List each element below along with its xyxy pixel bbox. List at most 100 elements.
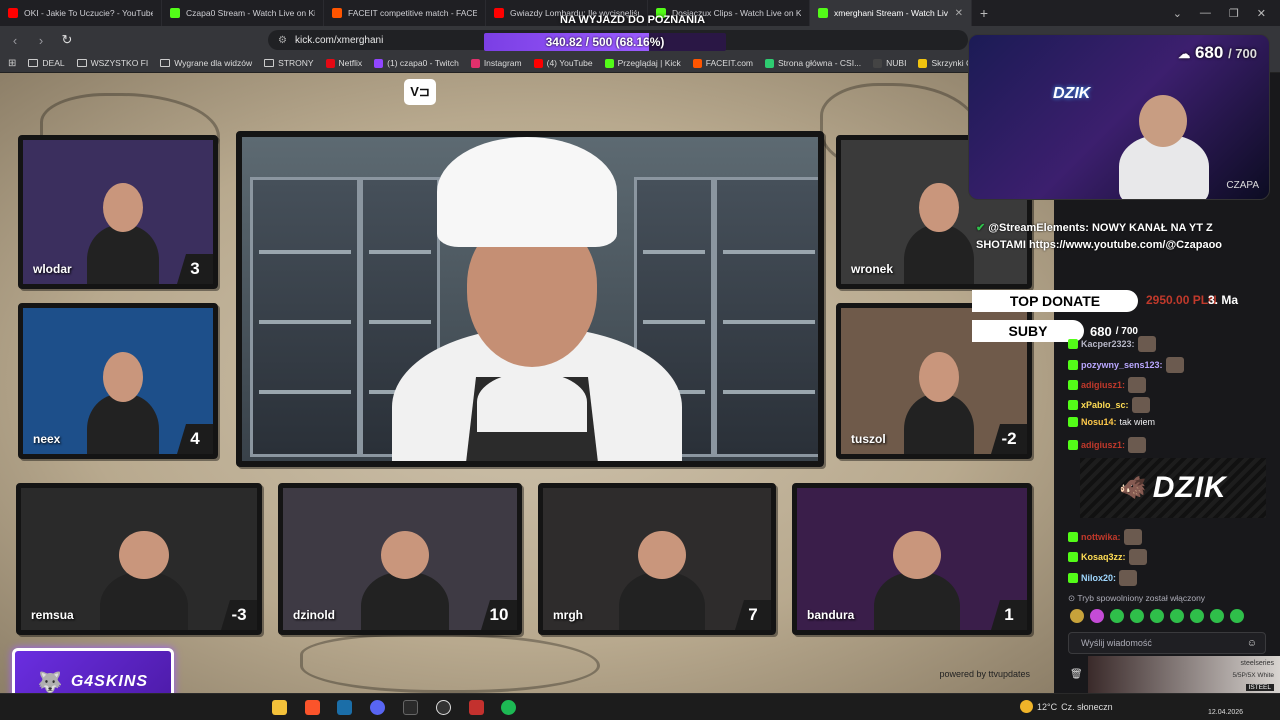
player-name: neex — [33, 432, 61, 446]
emote-icon[interactable] — [1130, 609, 1144, 623]
chat-username[interactable]: adigiusz1: — [1081, 380, 1125, 390]
boar-icon: 🐗 — [1119, 475, 1147, 500]
bookmark-favicon-icon — [873, 58, 883, 68]
chat-input[interactable]: Wyślij wiadomość ☺ — [1068, 632, 1266, 654]
chat-username[interactable]: pozywny_sens123: — [1081, 360, 1163, 370]
chat-message[interactable]: adigiusz1: — [1068, 377, 1147, 393]
browser-tab[interactable]: xmerghani Stream - Watch Liv ✕ — [810, 0, 972, 26]
player-body — [619, 571, 705, 630]
tab-favicon-icon — [170, 8, 180, 18]
bookmark-item[interactable]: STRONY — [264, 58, 314, 68]
file-explorer-icon[interactable] — [272, 700, 287, 715]
tab-search-chevron-icon[interactable]: ⌄ — [1173, 7, 1182, 20]
fridge — [250, 177, 360, 457]
user-badge-icon — [1068, 360, 1078, 370]
chat-message[interactable]: pozywny_sens123: — [1068, 357, 1184, 373]
minimize-icon[interactable]: — — [1200, 7, 1211, 20]
chat-message[interactable]: adigiusz1: — [1068, 437, 1147, 453]
bookmark-item[interactable]: Netflix — [325, 58, 362, 68]
player-head — [919, 351, 959, 402]
taskbar: 12°C Cz. słoneczn 12.04.2026 — [0, 693, 1280, 720]
chat-message[interactable]: nottwika: — [1068, 529, 1142, 545]
user-badge-icon — [1068, 339, 1078, 349]
chat-username[interactable]: Nosu14: — [1081, 417, 1117, 427]
emote-icon[interactable] — [1090, 609, 1104, 623]
streamer-head — [1139, 95, 1187, 147]
browser-tab[interactable]: FACEIT competitive match - FACEIT.c — [324, 0, 486, 26]
player-name: bandura — [807, 608, 855, 622]
emote-icon[interactable] — [1190, 609, 1204, 623]
bookmark-label: (4) YouTube — [546, 58, 593, 68]
chat-username[interactable]: Kacper2323: — [1081, 339, 1135, 349]
bookmark-item[interactable]: Strona główna - CSI... — [765, 58, 861, 68]
bookmark-item[interactable]: DEAL — [28, 58, 65, 68]
obs-icon[interactable] — [436, 700, 451, 715]
player-camera: bandura 1 — [792, 483, 1032, 635]
player-head — [380, 530, 430, 580]
bookmark-item[interactable]: (1) czapa0 - Twitch — [374, 58, 459, 68]
epic-games-icon[interactable] — [403, 700, 418, 715]
emoji-icon[interactable]: ☺ — [1247, 638, 1257, 649]
adobe-icon[interactable] — [469, 700, 484, 715]
spotify-icon[interactable] — [501, 700, 516, 715]
forward-icon[interactable]: › — [34, 33, 48, 48]
chat-message[interactable]: Kacper2323: — [1068, 336, 1156, 352]
clock-date[interactable]: 12.04.2026 — [1208, 709, 1243, 716]
chat-username[interactable]: adigiusz1: — [1081, 440, 1125, 450]
back-icon[interactable]: ‹ — [8, 33, 22, 48]
url-text: kick.com/xmerghani — [294, 34, 384, 46]
browser-tab[interactable]: OKI - Jakie To Uczucie? - YouTube — [0, 0, 162, 26]
steam-icon[interactable] — [337, 700, 352, 715]
weather-widget[interactable]: 12°C Cz. słoneczn — [1020, 700, 1113, 713]
folder-icon — [160, 59, 171, 67]
chat-username[interactable]: Kosaq3zz: — [1081, 552, 1126, 562]
stream-video[interactable]: V⊐ powered by ttvupdates wlodar 3 neex 4 wro… — [0, 73, 1054, 693]
bookmark-item[interactable]: Przeglądaj | Kick — [604, 58, 681, 68]
chat-emote-icon — [1128, 549, 1147, 565]
emote-icon[interactable] — [1210, 609, 1224, 623]
wolf-icon: 🐺 — [37, 671, 63, 694]
emote-icon[interactable] — [1230, 609, 1244, 623]
bookmark-item[interactable]: (4) YouTube — [533, 58, 593, 68]
reload-icon[interactable]: ↻ — [60, 32, 74, 48]
bookmark-item[interactable]: Wygrane dla widzów — [160, 58, 252, 68]
new-tab-button[interactable]: + — [972, 5, 996, 21]
close-tab-icon[interactable]: ✕ — [955, 8, 963, 19]
browser-tab[interactable]: Czapa0 Stream - Watch Live on Kick — [162, 0, 324, 26]
counter-goal: 700 — [1235, 46, 1257, 61]
player-camera: remsua -3 — [16, 483, 262, 635]
player-body — [903, 393, 975, 454]
chat-message[interactable]: Nosu14: tak wiem — [1068, 417, 1155, 427]
emote-icon[interactable] — [1150, 609, 1164, 623]
chat-username[interactable]: xPablo_sc: — [1081, 400, 1129, 410]
bookmark-item[interactable]: FACEIT.com — [692, 58, 753, 68]
emote-icon[interactable] — [1170, 609, 1184, 623]
apps-grid-icon[interactable]: ⊞ — [8, 58, 16, 69]
tab-favicon-icon — [8, 8, 18, 18]
tab-title: Czapa0 Stream - Watch Live on Kick — [186, 8, 315, 18]
player-head — [893, 530, 941, 580]
trash-icon[interactable]: 🗑 — [1070, 669, 1083, 680]
chat-username[interactable]: nottwika: — [1081, 532, 1121, 542]
maximize-icon[interactable]: ❐ — [1229, 7, 1239, 20]
chat-message[interactable]: Nilox20: — [1068, 570, 1138, 586]
brave-icon[interactable] — [305, 700, 320, 715]
streamelements-message: ✔ @StreamElements: NOWY KANAŁ NA YT Z SH… — [976, 220, 1244, 254]
emote-icon[interactable] — [1070, 609, 1084, 623]
bookmark-item[interactable]: Instagram — [470, 58, 522, 68]
user-badge-icon — [1068, 532, 1078, 542]
tab-title: xmerghani Stream - Watch Liv — [834, 8, 948, 18]
webcam-name: CZAPA — [1226, 180, 1259, 191]
close-window-icon[interactable]: ✕ — [1257, 7, 1266, 20]
bookmark-item[interactable]: WSZYSTKO FI — [76, 58, 148, 68]
bookmark-item[interactable]: NUBI — [873, 58, 906, 68]
bookmark-favicon-icon — [533, 58, 543, 68]
steelseries-ad[interactable]: steelseries 5/5P/5X White ISTEEL — [1088, 656, 1280, 696]
chat-message[interactable]: xPablo_sc: — [1068, 397, 1150, 413]
chat-username[interactable]: Nilox20: — [1081, 573, 1116, 583]
emote-icon[interactable] — [1110, 609, 1124, 623]
folder-icon — [76, 59, 87, 67]
chat-message[interactable]: Kosaq3zz: — [1068, 549, 1147, 565]
discord-icon[interactable] — [370, 700, 385, 715]
site-info-icon[interactable]: ⚙ — [278, 35, 287, 46]
